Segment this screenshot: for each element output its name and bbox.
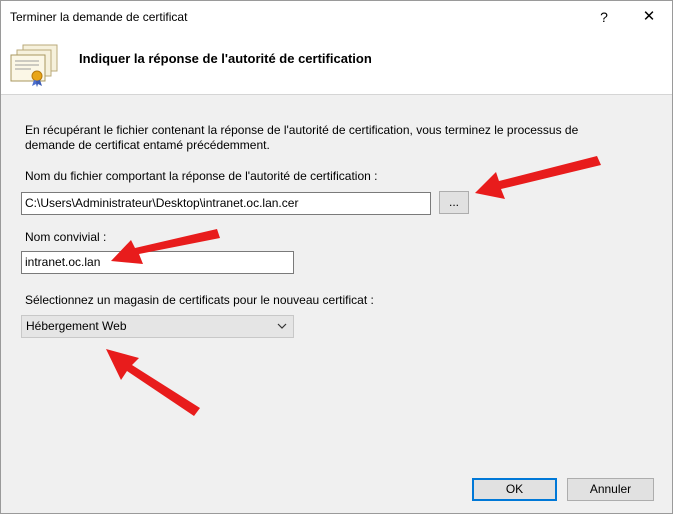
page-title: Indiquer la réponse de l'autorité de cer… <box>79 51 372 66</box>
help-button[interactable]: ? <box>589 5 619 29</box>
certificate-store-select[interactable]: Hébergement Web <box>21 315 294 338</box>
file-name-label: Nom du fichier comportant la réponse de … <box>25 169 378 183</box>
friendly-name-input[interactable]: intranet.oc.lan <box>21 251 294 274</box>
ok-button[interactable]: OK <box>472 478 557 501</box>
certificate-store-label: Sélectionnez un magasin de certificats p… <box>25 293 374 307</box>
dialog-content: En récupérant le fichier contenant la ré… <box>1 96 672 513</box>
chevron-down-icon <box>277 323 287 329</box>
certificate-store-value: Hébergement Web <box>26 319 127 333</box>
title-bar: Terminer la demande de certificat ? ✕ <box>1 1 672 33</box>
close-button[interactable]: ✕ <box>629 5 669 29</box>
friendly-name-label: Nom convivial : <box>25 230 107 244</box>
dialog-window: Terminer la demande de certificat ? ✕ In… <box>0 0 673 514</box>
file-path-input[interactable]: C:\Users\Administrateur\Desktop\intranet… <box>21 192 431 215</box>
window-title: Terminer la demande de certificat <box>10 10 188 24</box>
cancel-button[interactable]: Annuler <box>567 478 654 501</box>
wizard-header: Indiquer la réponse de l'autorité de cer… <box>1 33 672 95</box>
browse-button[interactable]: ... <box>439 191 469 214</box>
certificate-stack-icon <box>10 44 58 87</box>
intro-text-line1: En récupérant le fichier contenant la ré… <box>25 123 579 137</box>
intro-text-line2: demande de certificat entamé précédemmen… <box>25 138 270 152</box>
